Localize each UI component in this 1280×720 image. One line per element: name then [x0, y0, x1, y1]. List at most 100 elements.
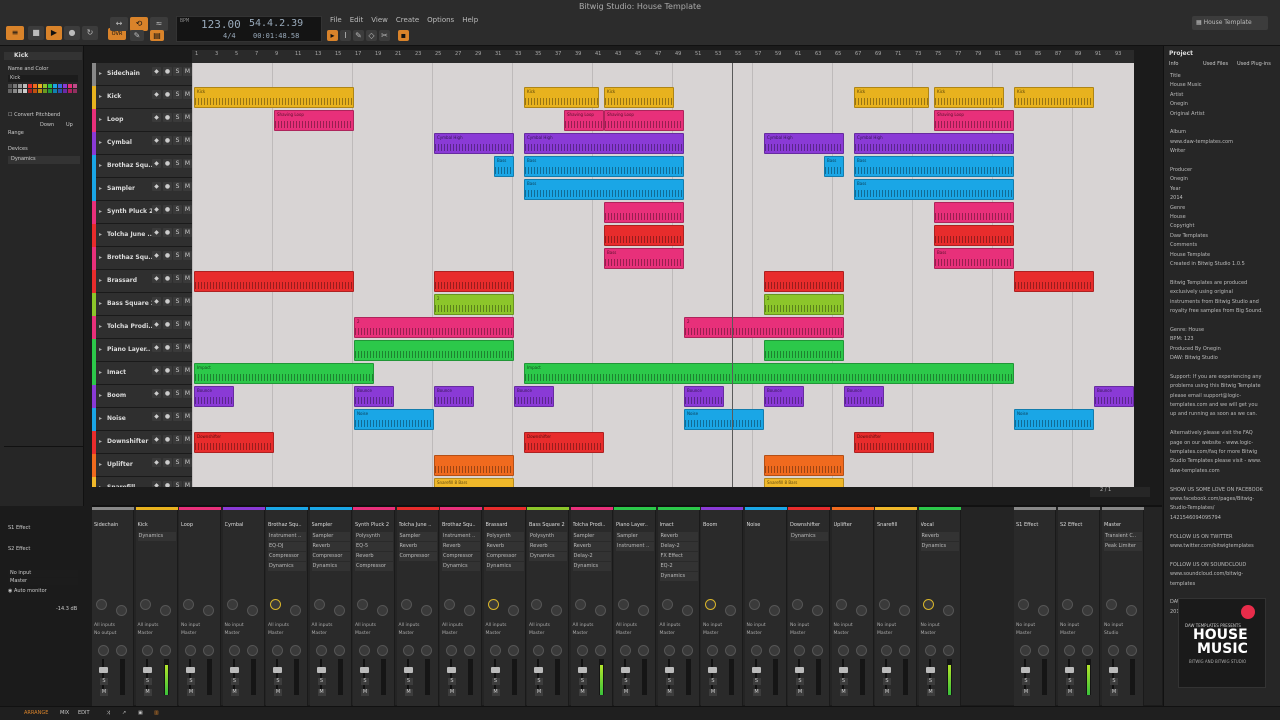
channel-name[interactable]: Brassard	[486, 522, 526, 528]
volume-fader[interactable]	[273, 667, 282, 673]
mute-button[interactable]: M	[839, 689, 848, 696]
output-selector[interactable]: Master	[399, 631, 414, 636]
expand-arrow-icon[interactable]: ▸	[99, 484, 102, 487]
mute-button[interactable]: ◆	[152, 389, 161, 398]
color-swatch[interactable]	[73, 84, 77, 88]
mute-button[interactable]: ◆	[152, 481, 161, 487]
solo-button[interactable]: S	[173, 297, 182, 306]
input-selector[interactable]: No input	[790, 623, 809, 628]
mute-button[interactable]: ◆	[152, 320, 161, 329]
clip[interactable]: Downshifter	[524, 432, 604, 453]
device-slot[interactable]: EQ-5	[355, 542, 393, 551]
monitor-button[interactable]: M	[183, 228, 192, 237]
send-knob[interactable]	[1062, 599, 1073, 610]
clip[interactable]: Kick	[524, 87, 599, 108]
input-selector[interactable]: All inputs	[573, 623, 594, 628]
input-selector[interactable]: No input	[8, 570, 78, 577]
mute-button[interactable]: M	[361, 689, 369, 696]
solo-button[interactable]: S	[173, 228, 182, 237]
device-slot[interactable]: Instrument ..	[268, 532, 306, 541]
record-arm-button[interactable]: ●	[163, 297, 172, 306]
timeline-ruler[interactable]: 1 3 5 7 9 11 13 15 17 19 21 23 25 27 29 31 33 35 37 39 41 43 4…	[192, 50, 1134, 63]
mute-button[interactable]: M	[491, 689, 500, 696]
send-knob[interactable]	[725, 605, 736, 616]
channel-name[interactable]: Bass Square 2	[529, 522, 569, 528]
pan-knob[interactable]	[507, 645, 519, 656]
clip[interactable]: Bass	[934, 248, 1014, 269]
send-knob[interactable]	[1018, 599, 1029, 610]
clip[interactable]: Snarefill 8 Bars	[434, 478, 514, 487]
device-item[interactable]: Dynamics	[8, 156, 80, 164]
mute-button[interactable]: M	[578, 689, 587, 696]
expand-arrow-icon[interactable]: ▸	[99, 323, 102, 330]
volume-fader[interactable]	[1065, 667, 1074, 673]
monitor-button[interactable]: M	[183, 435, 192, 444]
monitor-button[interactable]: M	[183, 159, 192, 168]
clip[interactable]: Bass	[524, 156, 684, 177]
device-slot[interactable]: Compressor	[268, 552, 306, 561]
color-swatch[interactable]	[23, 89, 27, 93]
track-name[interactable]: Downshifter	[107, 438, 148, 445]
send-knob[interactable]	[159, 605, 171, 616]
device-slot[interactable]: Reverb	[572, 542, 611, 551]
metronome-button[interactable]: ⟲	[130, 17, 148, 31]
clip[interactable]	[764, 271, 844, 292]
output-selector[interactable]: Master	[877, 631, 892, 636]
pan-knob[interactable]	[881, 645, 892, 656]
send-knob[interactable]	[313, 599, 325, 610]
record-arm-button[interactable]: ●	[163, 136, 172, 145]
input-selector[interactable]: All inputs	[442, 623, 463, 628]
input-selector[interactable]: All inputs	[138, 623, 159, 628]
device-slot[interactable]: Compressor	[398, 552, 437, 561]
channel-name[interactable]: Brothaz Squ..	[268, 522, 308, 528]
monitor-button[interactable]: M	[183, 297, 192, 306]
volume-fader[interactable]	[838, 667, 848, 673]
solo-button[interactable]: S	[173, 320, 182, 329]
device-slot[interactable]: Dynamics	[529, 552, 567, 561]
device-slot[interactable]: Sampler	[572, 532, 611, 541]
channel-name[interactable]: Cymbal	[225, 522, 265, 528]
channel-name[interactable]: Snarefill	[877, 522, 917, 528]
pan-knob[interactable]	[663, 645, 675, 656]
clip[interactable]: Kick	[194, 87, 354, 108]
send-knob[interactable]	[246, 605, 258, 616]
channel-name[interactable]: Kick	[138, 522, 178, 528]
send-knob[interactable]	[855, 605, 867, 616]
monitor-button[interactable]: M	[183, 481, 192, 487]
input-selector[interactable]: All inputs	[616, 623, 637, 628]
pan-knob[interactable]	[290, 645, 301, 656]
send-knob[interactable]	[574, 599, 586, 610]
volume-fader[interactable]	[534, 667, 543, 673]
send-knob[interactable]	[748, 599, 760, 610]
channel-name[interactable]: S2 Effect	[1060, 522, 1100, 528]
track-header[interactable]: ▸ Brothaz Squ.. ◆ ● S M	[92, 247, 192, 270]
pan-knob[interactable]	[681, 645, 693, 656]
track-header[interactable]: ▸ Kick ◆ ● S M	[92, 86, 192, 109]
pan-knob[interactable]	[246, 645, 258, 656]
stop-button[interactable]: ■	[28, 26, 44, 40]
clip[interactable]: 2	[684, 317, 844, 338]
device-slot[interactable]: Instrument ..	[442, 532, 480, 541]
send-knob[interactable]	[922, 599, 934, 610]
expand-arrow-icon[interactable]: ▸	[99, 116, 102, 123]
solo-button[interactable]: S	[317, 678, 326, 685]
panel-tab-info[interactable]: Info	[1169, 61, 1178, 67]
clip[interactable]: Bass	[824, 156, 844, 177]
send-knob[interactable]	[531, 599, 542, 610]
clip[interactable]: Kick	[1014, 87, 1094, 108]
send-knob[interactable]	[116, 605, 127, 616]
device-slot[interactable]: Compressor	[485, 552, 524, 561]
solo-button[interactable]: S	[173, 205, 182, 214]
solo-button[interactable]: S	[173, 90, 182, 99]
channel-name[interactable]: Tolcha Prodi..	[573, 522, 613, 528]
monitor-button[interactable]: M	[183, 90, 192, 99]
solo-button[interactable]: S	[173, 412, 182, 421]
clip[interactable]: Bounce	[434, 386, 474, 407]
panel-toggle-icon[interactable]: ▣	[138, 710, 143, 716]
device-slot[interactable]: EQ-DJ	[268, 542, 306, 551]
device-slot[interactable]: Reverb	[485, 542, 524, 551]
color-swatch[interactable]	[68, 89, 72, 93]
clip[interactable]: Bounce	[764, 386, 804, 407]
track-name[interactable]: Synth Pluck 2	[107, 208, 153, 215]
color-swatch[interactable]	[18, 84, 22, 88]
